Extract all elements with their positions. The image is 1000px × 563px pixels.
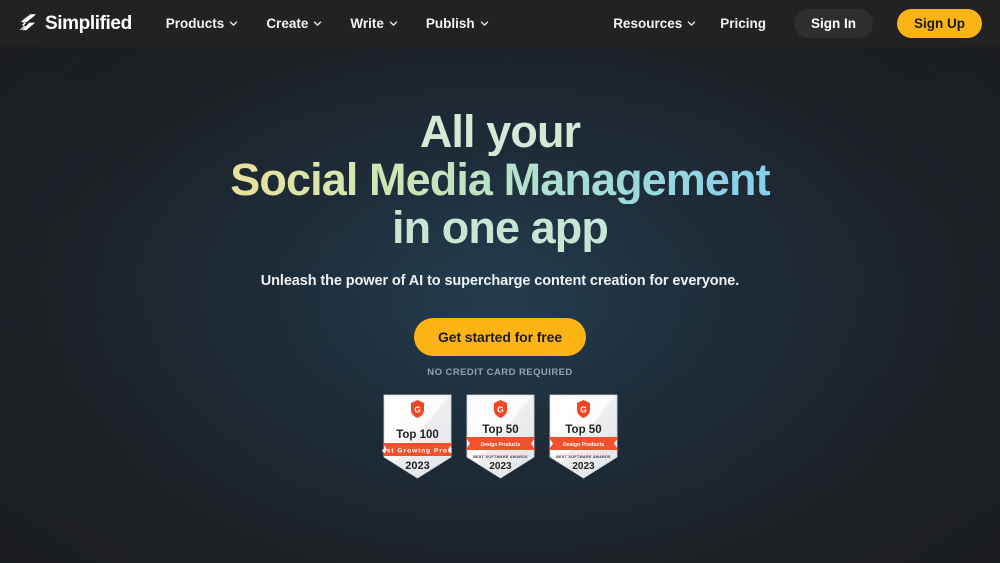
badge-ribbon: Design Products: [480, 442, 520, 448]
chevron-down-icon: [389, 21, 398, 26]
badge-year: 2023: [489, 461, 512, 472]
chevron-down-icon: [314, 21, 322, 26]
nav-item-write[interactable]: Write: [350, 16, 398, 31]
svg-text:G: G: [497, 404, 504, 414]
award-badge-top-50: G Top 50 Design Products BEST SOFTWARE A…: [548, 394, 618, 479]
brand-logo[interactable]: Simplified: [18, 13, 132, 35]
hero-subheadline: Unleash the power of AI to supercharge c…: [260, 273, 740, 289]
nav-label-resources: Resources: [613, 16, 683, 31]
nav-item-create[interactable]: Create: [266, 16, 322, 31]
lightning-slash-icon: [18, 13, 39, 34]
hero-section: All your Social Media Management in one …: [0, 47, 1000, 480]
main-navbar: Simplified Products Create Write Publish: [0, 0, 1000, 47]
nav-label-create: Create: [266, 16, 309, 31]
page-title: All your Social Media Management in one …: [0, 108, 1000, 252]
badge-ribbon: Fastest Growing Products: [382, 447, 453, 454]
award-badges: G Top 100 Fastest Growing Products 2023: [0, 394, 1000, 480]
nav-item-resources[interactable]: Resources: [613, 16, 696, 31]
badge-title: Top 50: [482, 424, 518, 436]
badge-subtitle: BEST SOFTWARE AWARDS: [473, 455, 528, 459]
nav-label-write: Write: [350, 16, 384, 31]
headline-line-1: All your: [0, 108, 1000, 156]
cta-group: Get started for free NO CREDIT CARD REQU…: [0, 318, 1000, 378]
badge-title: Top 50: [565, 424, 601, 436]
nav-item-pricing[interactable]: Pricing: [720, 16, 766, 31]
chevron-down-icon: [230, 21, 238, 26]
nav-item-products[interactable]: Products: [166, 16, 239, 31]
get-started-button[interactable]: Get started for free: [413, 318, 587, 356]
award-badge-leader: G Top 100 Fastest Growing Products 2023: [382, 394, 453, 479]
nav-label-products: Products: [165, 16, 225, 31]
nav-item-publish[interactable]: Publish: [426, 16, 489, 31]
sign-in-button[interactable]: Sign In: [794, 9, 873, 38]
svg-text:G: G: [580, 404, 587, 414]
headline-line-3: in one app: [0, 204, 1000, 252]
badge-year: 2023: [572, 461, 595, 472]
secondary-nav: Resources Pricing Sign In Sign Up: [613, 9, 982, 38]
brand-name: Simplified: [45, 12, 132, 34]
no-credit-card-note: NO CREDIT CARD REQUIRED: [427, 367, 573, 378]
svg-text:G: G: [414, 404, 421, 414]
page-root: Simplified Products Create Write Publish: [0, 0, 1000, 563]
chevron-down-icon: [688, 21, 696, 26]
chevron-down-icon: [480, 21, 488, 26]
headline-line-2: Social Media Management: [0, 156, 1000, 204]
badge-subtitle: BEST SOFTWARE AWARDS: [556, 455, 611, 459]
badge-year: 2023: [405, 460, 429, 472]
sign-up-button[interactable]: Sign Up: [897, 9, 982, 38]
award-badge-top-100: G Top 50 Design Products BEST SOFTWARE A…: [465, 394, 535, 479]
badge-title: Top 100: [396, 429, 439, 441]
nav-label-publish: Publish: [425, 16, 475, 31]
badge-ribbon: Design Products: [562, 442, 603, 448]
primary-nav: Products Create Write Publish: [166, 16, 489, 31]
nav-label-pricing: Pricing: [720, 16, 766, 31]
